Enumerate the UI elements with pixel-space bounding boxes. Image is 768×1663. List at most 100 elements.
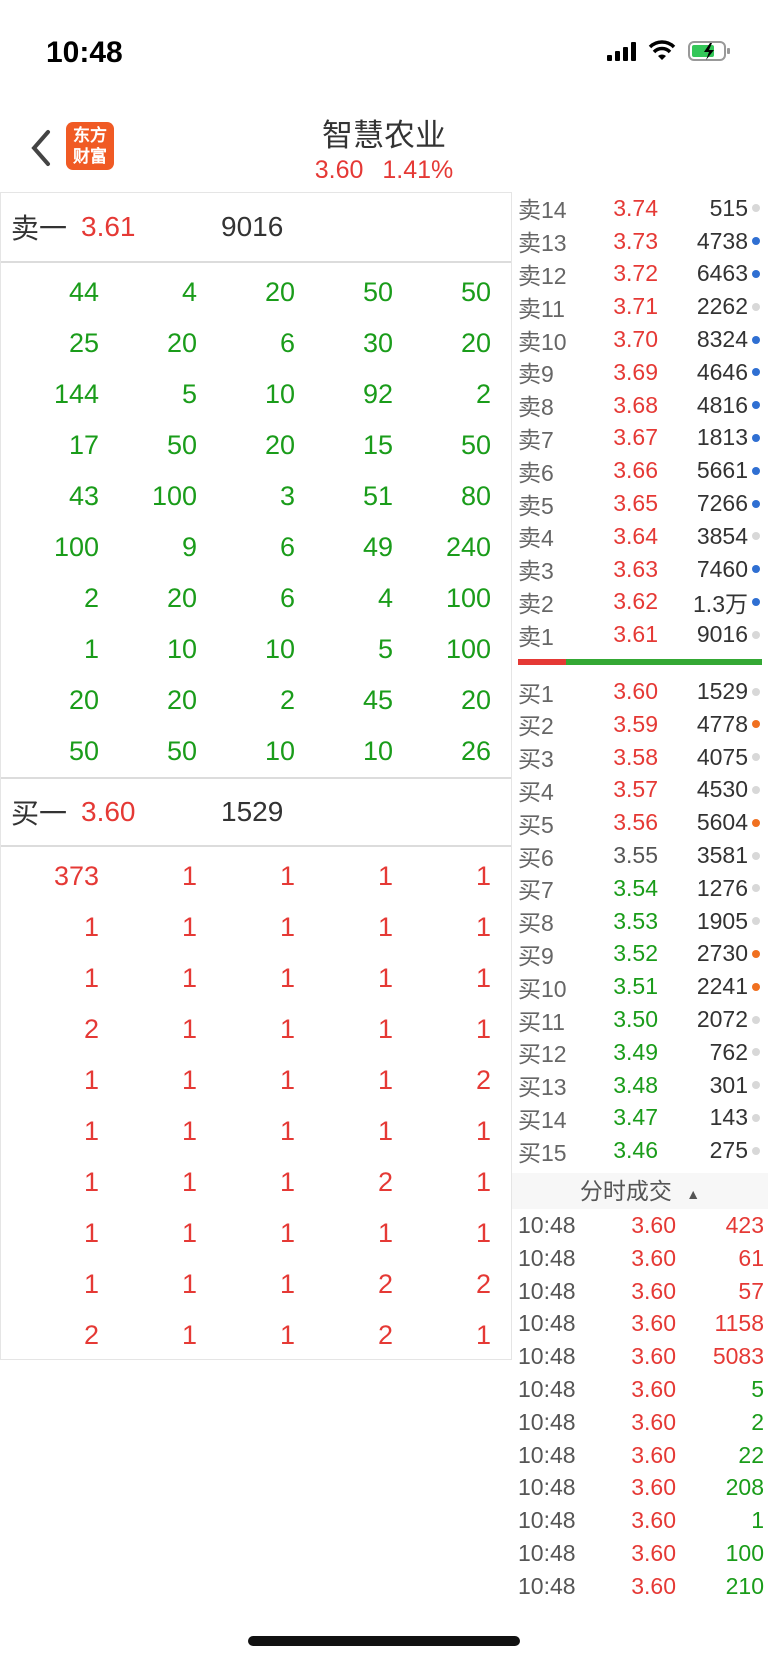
trade-volume: 22 [738, 1441, 764, 1468]
cellular-signal-icon [607, 41, 636, 61]
bid-row[interactable]: 买5 3.56 5604 [512, 806, 768, 839]
ask-row[interactable]: 卖7 3.67 1813 [512, 422, 768, 455]
queue-cell: 1 [279, 963, 295, 993]
order-marker-dot [752, 785, 760, 794]
order-marker-dot [752, 949, 760, 958]
trade-volume: 2 [751, 1408, 764, 1435]
ask-row[interactable]: 卖12 3.72 6463 [512, 258, 768, 291]
trades-title: 分时成交 [579, 1178, 672, 1205]
bid-row[interactable]: 买15 3.46 275 [512, 1134, 768, 1167]
bid-row[interactable]: 买8 3.53 1905 [512, 905, 768, 938]
change-percent: 1.41% [382, 156, 454, 184]
trade-price: 3.60 [631, 1310, 676, 1337]
level-volume: 6463 [696, 260, 748, 287]
ask-row[interactable]: 卖3 3.63 7460 [512, 553, 768, 586]
level-volume: 515 [709, 194, 748, 221]
level-price: 3.65 [613, 490, 658, 517]
bid-row[interactable]: 买6 3.55 3581 [512, 839, 768, 872]
queue-cell: 144 [53, 379, 99, 409]
ask-row[interactable]: 卖9 3.69 4646 [512, 356, 768, 389]
queue-row: 2 20 6 4 100 [1, 573, 511, 624]
queue-cell: 3 [279, 481, 295, 511]
queue-cell: 6 [279, 532, 295, 562]
level-volume: 5661 [696, 457, 748, 484]
level-price: 3.47 [613, 1104, 658, 1131]
bid-row[interactable]: 买11 3.50 2072 [512, 1003, 768, 1036]
ask-row[interactable]: 卖6 3.66 5661 [512, 454, 768, 487]
queue-row: 50 50 10 10 26 [1, 726, 511, 777]
queue-cell: 45 [362, 685, 393, 715]
queue-cell: 6 [279, 583, 295, 613]
bid-row[interactable]: 买9 3.52 2730 [512, 938, 768, 971]
sell-one-header[interactable]: 卖一 3.61 9016 [1, 193, 511, 263]
level-volume: 1813 [696, 424, 748, 451]
trade-price: 3.60 [631, 1441, 676, 1468]
level-price: 3.55 [613, 842, 658, 869]
order-marker-dot [752, 720, 760, 729]
level-volume: 2262 [696, 293, 748, 320]
queue-cell: 2 [279, 685, 295, 715]
trade-time: 10:48 [518, 1343, 576, 1370]
level-volume: 2241 [696, 973, 748, 1000]
trade-row: 10:48 3.60 423 [512, 1209, 768, 1242]
sell-one-label: 卖一 [11, 213, 68, 244]
order-marker-dot [752, 433, 760, 442]
ask-row[interactable]: 卖5 3.65 7266 [512, 487, 768, 520]
ask-row[interactable]: 卖8 3.68 4816 [512, 389, 768, 422]
level-volume: 143 [709, 1104, 748, 1131]
home-indicator[interactable] [248, 1636, 520, 1646]
level-volume: 1905 [696, 907, 748, 934]
ask-row[interactable]: 卖11 3.71 2262 [512, 290, 768, 323]
level-price: 3.56 [613, 809, 658, 836]
trade-time: 10:48 [518, 1507, 576, 1534]
level-label: 买7 [518, 877, 554, 904]
queue-cell: 50 [460, 430, 491, 460]
level-price: 3.60 [613, 678, 658, 705]
bid-row[interactable]: 买3 3.58 4075 [512, 741, 768, 774]
order-marker-dot [752, 1048, 760, 1057]
level-price: 3.53 [613, 907, 658, 934]
sort-up-icon: ▲ [686, 1186, 701, 1203]
wifi-icon [648, 40, 676, 60]
ask-row[interactable]: 卖4 3.64 3854 [512, 520, 768, 553]
level-label: 卖8 [518, 394, 554, 421]
bid-row[interactable]: 买10 3.51 2241 [512, 970, 768, 1003]
order-marker-dot [752, 1113, 760, 1122]
level-price: 3.64 [613, 522, 658, 549]
trade-volume: 1 [751, 1507, 764, 1534]
bid-row[interactable]: 买14 3.47 143 [512, 1102, 768, 1135]
queue-row: 17 50 20 15 50 [1, 420, 511, 471]
level-volume: 1276 [696, 874, 748, 901]
ask-row[interactable]: 卖1 3.61 9016 [512, 618, 768, 651]
queue-row: 1 1 1 1 2 [1, 1055, 511, 1106]
trades-header[interactable]: 分时成交 ▲ [512, 1173, 768, 1210]
level-label: 买5 [518, 811, 554, 838]
order-marker-dot [752, 302, 760, 311]
ask-row[interactable]: 卖13 3.73 4738 [512, 225, 768, 258]
bid-row[interactable]: 买4 3.57 4530 [512, 774, 768, 807]
bid-row[interactable]: 买7 3.54 1276 [512, 872, 768, 905]
queue-cell: 1 [377, 861, 393, 891]
bid-row[interactable]: 买2 3.59 4778 [512, 708, 768, 741]
order-marker-dot [752, 851, 760, 860]
bid-row[interactable]: 买13 3.48 301 [512, 1069, 768, 1102]
buy-one-label: 买一 [11, 798, 68, 829]
level-volume: 3854 [696, 522, 748, 549]
ask-row[interactable]: 卖10 3.70 8324 [512, 323, 768, 356]
trade-time: 10:48 [518, 1244, 576, 1271]
queue-cell: 1 [181, 1116, 197, 1146]
level-volume: 8324 [696, 326, 748, 353]
level-price: 3.46 [613, 1137, 658, 1164]
level-label: 卖11 [518, 295, 565, 322]
bid-row[interactable]: 买1 3.60 1529 [512, 675, 768, 708]
ask-row[interactable]: 卖2 3.62 1.3万 [512, 586, 768, 619]
level-label: 买12 [518, 1041, 567, 1068]
ask-row[interactable]: 卖14 3.74 515 [512, 192, 768, 225]
queue-cell: 1 [83, 634, 99, 664]
trade-time: 10:48 [518, 1474, 576, 1501]
level-price: 3.63 [613, 555, 658, 582]
trade-volume: 423 [725, 1212, 764, 1238]
bid-row[interactable]: 买12 3.49 762 [512, 1036, 768, 1069]
buy-one-header[interactable]: 买一 3.60 1529 [1, 777, 511, 847]
trade-time: 10:48 [518, 1212, 576, 1238]
